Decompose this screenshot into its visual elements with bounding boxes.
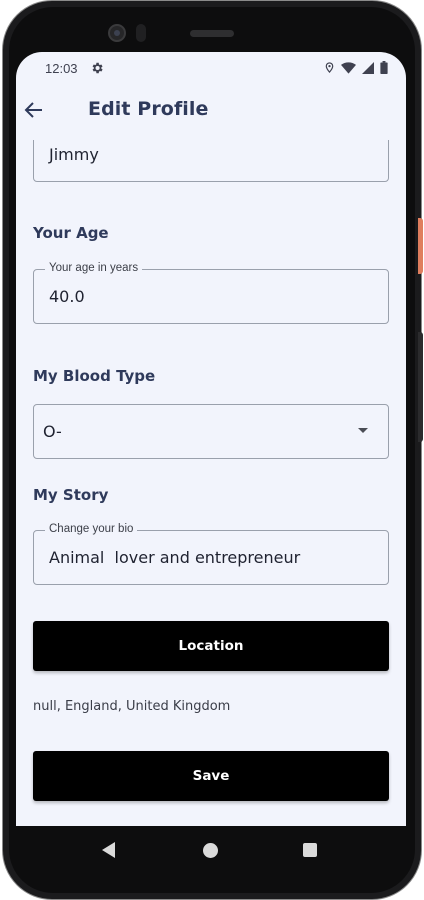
wifi-icon xyxy=(341,61,356,74)
signal-icon xyxy=(362,61,374,74)
bio-field-value: Animal lover and entrepreneur xyxy=(49,548,301,567)
bio-field[interactable]: Change your bio Animal lover and entrepr… xyxy=(33,523,389,585)
age-field-value: 40.0 xyxy=(49,287,85,306)
screen: 12:03 Edit Profile Jimmy Your Age Your a… xyxy=(16,52,406,826)
sensor-icon xyxy=(136,24,146,42)
blood-type-section-title: My Blood Type xyxy=(33,367,156,385)
blood-type-selected-value: O- xyxy=(43,422,62,441)
status-time: 12:03 xyxy=(45,61,78,76)
page-title: Edit Profile xyxy=(88,98,209,120)
front-camera-icon xyxy=(108,24,126,42)
nav-back-icon[interactable] xyxy=(102,842,115,858)
settings-icon xyxy=(92,62,103,74)
bio-field-label: Change your bio xyxy=(45,523,138,535)
earpiece-speaker xyxy=(190,30,234,37)
volume-button xyxy=(418,332,423,442)
arrow-back-icon[interactable] xyxy=(22,98,46,122)
blood-type-dropdown[interactable]: O- xyxy=(33,404,389,459)
system-nav-bar xyxy=(16,826,406,876)
status-bar: 12:03 xyxy=(16,52,406,84)
nav-recents-icon[interactable] xyxy=(303,843,317,857)
age-field[interactable]: Your age in years 40.0 xyxy=(33,262,389,324)
app-bar: Edit Profile xyxy=(16,86,406,134)
save-button[interactable]: Save xyxy=(33,751,389,801)
location-icon xyxy=(325,62,334,73)
name-field[interactable]: Jimmy xyxy=(33,140,389,182)
story-section-title: My Story xyxy=(33,486,109,504)
dropdown-arrow-icon xyxy=(358,428,368,433)
status-icons xyxy=(324,61,388,74)
age-field-label: Your age in years xyxy=(45,262,143,274)
battery-icon xyxy=(380,61,388,74)
name-field-value: Jimmy xyxy=(49,145,99,164)
location-text: null, England, United Kingdom xyxy=(33,699,231,714)
nav-home-icon[interactable] xyxy=(203,843,218,858)
age-section-title: Your Age xyxy=(33,224,109,242)
power-button xyxy=(418,218,423,274)
location-button[interactable]: Location xyxy=(33,621,389,671)
profile-form: Jimmy Your Age Your age in years 40.0 My… xyxy=(16,140,406,826)
